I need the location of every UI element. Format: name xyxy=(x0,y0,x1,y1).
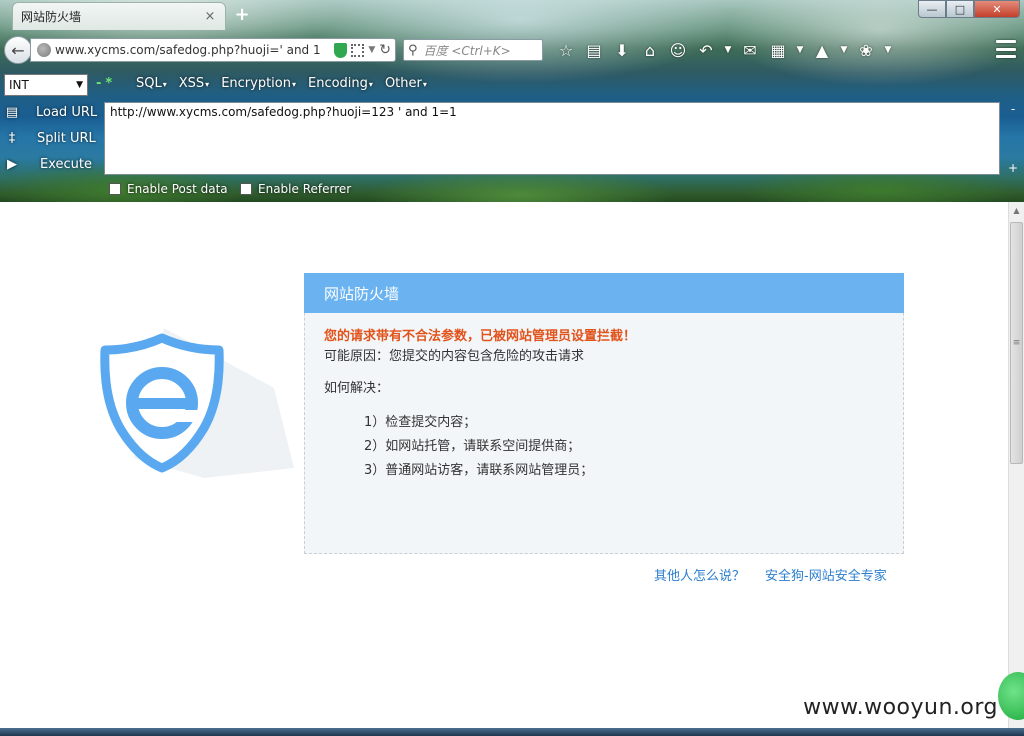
hackbar-dots-icon[interactable]: -* xyxy=(96,76,116,91)
undo-icon[interactable]: ↶ xyxy=(692,38,720,62)
scroll-plus-icon: + xyxy=(1007,161,1019,175)
url-bar[interactable]: www.xycms.com/safedog.php?huoji=' and 1 … xyxy=(30,38,396,62)
scrollbar-thumb[interactable]: ≡ xyxy=(1010,222,1023,464)
hackbar-type-select[interactable]: INT ▼ xyxy=(4,74,88,96)
checkbox-icon xyxy=(109,183,121,195)
split-url-button[interactable]: ‡ Split URL xyxy=(4,130,96,146)
hackbar-menu-encryption[interactable]: Encryption xyxy=(221,76,296,91)
enable-referrer-label: Enable Referrer xyxy=(258,182,352,196)
warning-message: 您的请求带有不合法参数，已被网站管理员设置拦截！ xyxy=(324,329,637,344)
reload-icon[interactable]: ↻ xyxy=(379,42,391,58)
chat-icon[interactable]: ✉ xyxy=(736,38,764,62)
execute-label: Execute xyxy=(40,156,92,172)
hamburger-menu-icon[interactable] xyxy=(996,40,1016,58)
load-url-icon: ▤ xyxy=(5,104,19,120)
safedog-shield-logo xyxy=(94,328,294,488)
smiley-icon[interactable]: ☺ xyxy=(664,38,692,62)
list-item: 1）检查提交内容； xyxy=(364,415,477,430)
qr-code-icon[interactable] xyxy=(351,43,365,57)
crop-dropdown-icon[interactable]: ▼ xyxy=(792,38,808,62)
new-tab-button[interactable]: + xyxy=(234,6,250,24)
firewall-panel: 网站防火墙 您的请求带有不合法参数，已被网站管理员设置拦截！ 可能原因：您提交的… xyxy=(304,273,904,554)
scroll-up-icon[interactable]: ▲ xyxy=(1009,202,1024,218)
checkbox-icon xyxy=(240,183,252,195)
footer-links: 其他人怎么说？ 安全狗-网站安全专家 xyxy=(654,565,887,584)
chevron-down-icon: ▼ xyxy=(76,80,83,90)
page-scrollbar[interactable]: ▲ ≡ xyxy=(1008,202,1024,736)
execute-button[interactable]: ▶ Execute xyxy=(4,156,92,172)
bug-dropdown-icon[interactable]: ▼ xyxy=(880,38,896,62)
split-url-label: Split URL xyxy=(37,130,96,146)
load-url-button[interactable]: ▤ Load URL xyxy=(4,104,97,120)
list-item: 3）普通网站访客，请联系网站管理员； xyxy=(364,463,594,478)
list-item: 2）如网站托管，请联系空间提供商； xyxy=(364,439,581,454)
tab-title: 网站防火墙 xyxy=(21,10,82,24)
hackbar-url-textarea[interactable]: http://www.xycms.com/safedog.php?huoji=1… xyxy=(104,102,1000,175)
panel-body: 您的请求带有不合法参数，已被网站管理员设置拦截！ 可能原因：您提交的内容包含危险… xyxy=(305,313,903,497)
execute-icon: ▶ xyxy=(7,156,17,172)
reading-list-icon[interactable]: ▤ xyxy=(580,38,608,62)
home-icon[interactable]: ⌂ xyxy=(636,38,664,62)
search-bar[interactable]: ⚲ 百度 <Ctrl+K> xyxy=(403,39,543,61)
security-shield-icon[interactable] xyxy=(334,42,348,58)
search-icon: ⚲ xyxy=(408,42,418,58)
globe-icon xyxy=(37,43,51,57)
browser-chrome: 网站防火墙 × + — □ ✕ ← www.xycms.com/safedog.… xyxy=(0,0,1024,202)
enable-post-data-checkbox[interactable]: Enable Post data xyxy=(109,182,228,196)
download-icon[interactable]: ⬇ xyxy=(608,38,636,62)
tab-active[interactable]: 网站防火墙 × xyxy=(12,2,226,30)
undo-dropdown-icon[interactable]: ▼ xyxy=(720,38,736,62)
upload-dropdown-icon[interactable]: ▼ xyxy=(836,38,852,62)
enable-referrer-checkbox[interactable]: Enable Referrer xyxy=(240,182,351,196)
os-taskbar xyxy=(0,728,1024,736)
url-input[interactable]: www.xycms.com/safedog.php?huoji=' and 1 xyxy=(55,43,330,57)
watermark-text: www.wooyun.org xyxy=(803,695,998,720)
hackbar-menu-encoding[interactable]: Encoding xyxy=(308,76,373,91)
hackbar-menu-sql[interactable]: SQL xyxy=(136,76,167,91)
tab-close-icon[interactable]: × xyxy=(203,9,217,24)
hackbar-menu-xss[interactable]: XSS xyxy=(179,76,209,91)
maximize-button[interactable]: □ xyxy=(946,0,974,18)
e-letter-bar xyxy=(134,398,192,409)
bookmark-star-icon[interactable]: ☆ xyxy=(552,38,580,62)
scroll-dash-icon: - xyxy=(1010,102,1016,116)
e-letter-gap xyxy=(176,410,198,422)
bug-icon[interactable]: ❀ xyxy=(852,38,880,62)
split-url-icon: ‡ xyxy=(8,130,16,146)
page-content: 网站防火墙 您的请求带有不合法参数，已被网站管理员设置拦截！ 可能原因：您提交的… xyxy=(0,202,1008,736)
how-to-heading: 如何解决： xyxy=(324,381,390,396)
reason-text: 可能原因：您提交的内容包含危险的攻击请求 xyxy=(324,349,585,364)
window-controls: — □ ✕ xyxy=(918,0,1020,18)
url-dropdown-icon[interactable]: ▼ xyxy=(368,45,375,55)
steps-list: 1）检查提交内容； 2）如网站托管，请联系空间提供商； 3）普通网站访客，请联系… xyxy=(324,411,884,483)
crop-icon[interactable]: ▦ xyxy=(764,38,792,62)
search-input[interactable]: 百度 <Ctrl+K> xyxy=(424,42,511,59)
minimize-button[interactable]: — xyxy=(918,0,946,18)
hackbar-textarea-scroll[interactable]: - + xyxy=(1006,102,1020,175)
toolbar-icons: ☆ ▤ ⬇ ⌂ ☺ ↶ ▼ ✉ ▦ ▼ ▲ ▼ ❀ ▼ xyxy=(552,38,896,62)
close-window-button[interactable]: ✕ xyxy=(974,0,1020,18)
back-button[interactable]: ← xyxy=(4,36,32,64)
back-arrow-icon: ← xyxy=(11,40,25,60)
hackbar-menu: SQL XSS Encryption Encoding Other xyxy=(136,76,427,91)
load-url-label: Load URL xyxy=(36,104,98,120)
link-others-say[interactable]: 其他人怎么说？ xyxy=(654,565,745,584)
enable-post-data-label: Enable Post data xyxy=(127,182,228,196)
hackbar-select-value: INT xyxy=(9,78,29,92)
hackbar-menu-other[interactable]: Other xyxy=(385,76,427,91)
link-safedog[interactable]: 安全狗-网站安全专家 xyxy=(765,565,887,584)
panel-title: 网站防火墙 xyxy=(304,273,904,313)
upload-icon[interactable]: ▲ xyxy=(808,38,836,62)
